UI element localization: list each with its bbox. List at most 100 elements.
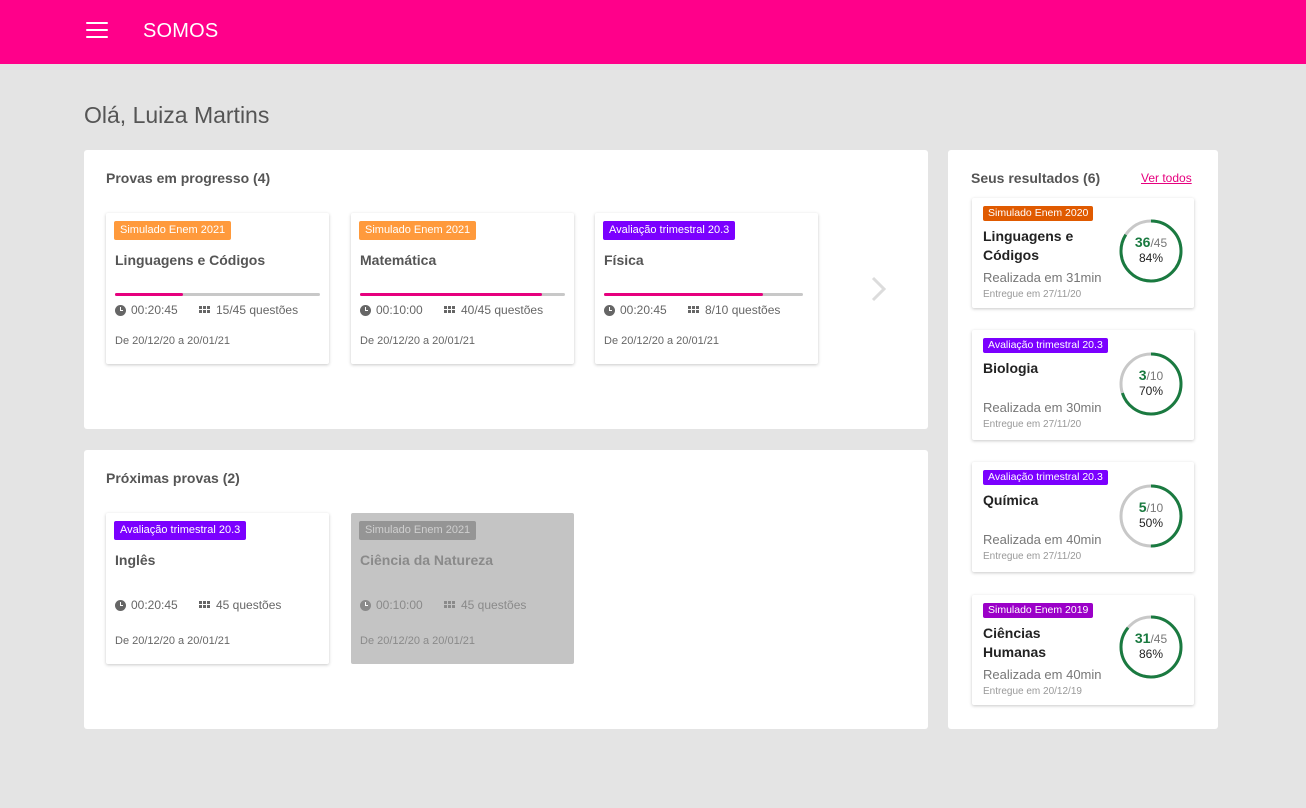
exam-title: Ciência da Natureza — [360, 552, 494, 568]
score-percent: 86% — [1138, 647, 1164, 661]
result-duration: Realizada em 31min — [983, 270, 1102, 285]
upcoming-panel: Próximas provas (2) Avaliação trimestral… — [84, 450, 928, 729]
result-tag: Simulado Enem 2019 — [983, 603, 1094, 618]
exam-dates: De 20/12/20 a 20/01/21 — [604, 335, 719, 347]
exam-questions: 40/45 questões — [444, 303, 543, 317]
result-tag: Avaliação trimestral 20.3 — [983, 338, 1108, 353]
exam-dates: De 20/12/20 a 20/01/21 — [360, 335, 475, 347]
questions-grid-icon — [444, 306, 456, 314]
progress-fill — [604, 293, 764, 296]
exam-dates: De 20/12/20 a 20/01/21 — [115, 635, 230, 647]
exam-card-linguagens[interactable]: Simulado Enem 2021 Linguagens e Códigos … — [106, 213, 329, 364]
score-percent: 50% — [1138, 516, 1164, 530]
exam-tag: Avaliação trimestral 20.3 — [603, 221, 736, 240]
score-ring: 36/45 84% — [1118, 218, 1184, 284]
exam-time: 00:20:45 — [115, 598, 178, 612]
result-delivered: Entregue em 27/11/20 — [983, 289, 1082, 300]
time-text: 00:20:45 — [620, 303, 667, 317]
result-card[interactable]: Avaliação trimestral 20.3 Biologia Reali… — [972, 330, 1194, 440]
questions-grid-icon — [444, 601, 456, 609]
chevron-right-icon[interactable] — [870, 275, 888, 303]
exam-tag: Avaliação trimestral 20.3 — [114, 521, 247, 540]
exam-title: Inglês — [115, 552, 156, 568]
exam-questions: 8/10 questões — [688, 303, 780, 317]
questions-text: 15/45 questões — [216, 303, 299, 317]
time-text: 00:20:45 — [131, 598, 178, 612]
exam-questions: 45 questões — [444, 598, 526, 612]
results-title: Seus resultados (6) — [971, 170, 1101, 186]
exam-questions: 45 questões — [199, 598, 281, 612]
exam-time: 00:10:00 — [360, 303, 423, 317]
score-ring: 3/10 70% — [1118, 351, 1184, 417]
score-ring: 5/10 50% — [1118, 483, 1184, 549]
questions-text: 45 questões — [216, 598, 282, 612]
exam-card-fisica[interactable]: Avaliação trimestral 20.3 Física 00:20:4… — [595, 213, 818, 364]
score-text: 3/10 — [1138, 367, 1164, 383]
questions-grid-icon — [199, 306, 211, 314]
score-text: 31/45 — [1134, 630, 1168, 646]
upcoming-title: Próximas provas (2) — [106, 470, 240, 486]
result-delivered: Entregue em 27/11/20 — [983, 419, 1082, 430]
result-title: Química — [983, 492, 1039, 508]
result-card[interactable]: Avaliação trimestral 20.3 Química Realiz… — [972, 462, 1194, 572]
result-duration: Realizada em 40min — [983, 532, 1102, 547]
hamburger-menu-icon[interactable] — [86, 22, 108, 40]
result-title: Ciências Humanas — [983, 625, 1047, 660]
exam-title: Matemática — [360, 252, 437, 268]
questions-grid-icon — [688, 306, 700, 314]
score-text: 5/10 — [1138, 499, 1164, 515]
brand-title: SOMOS — [143, 20, 219, 42]
top-app-bar: SOMOS — [0, 0, 1306, 64]
exam-progress-bar — [604, 293, 803, 296]
clock-icon — [360, 304, 371, 316]
exam-time: 00:10:00 — [360, 598, 423, 612]
exam-card-ingles[interactable]: Avaliação trimestral 20.3 Inglês 00:20:4… — [106, 513, 329, 664]
result-title: Linguagens e Códigos — [983, 228, 1074, 263]
clock-icon — [115, 304, 126, 316]
time-text: 00:10:00 — [376, 303, 423, 317]
exam-card-matematica[interactable]: Simulado Enem 2021 Matemática 00:10:00 4… — [351, 213, 574, 364]
result-tag: Simulado Enem 2020 — [983, 206, 1094, 221]
clock-icon — [115, 599, 126, 611]
in-progress-title: Provas em progresso (4) — [106, 170, 271, 186]
score-percent: 84% — [1138, 251, 1164, 265]
progress-fill — [115, 293, 183, 296]
exam-title: Física — [604, 252, 644, 268]
result-duration: Realizada em 40min — [983, 667, 1102, 682]
score-percent: 70% — [1138, 384, 1164, 398]
score-ring: 31/45 86% — [1118, 614, 1184, 680]
result-title: Biologia — [983, 360, 1039, 376]
exam-tag: Simulado Enem 2021 — [359, 221, 477, 240]
result-card[interactable]: Simulado Enem 2019 Ciências Humanas Real… — [972, 595, 1194, 705]
exam-time: 00:20:45 — [604, 303, 667, 317]
exam-progress-bar — [115, 293, 320, 296]
exam-dates: De 20/12/20 a 20/01/21 — [115, 335, 230, 347]
time-text: 00:10:00 — [376, 598, 423, 612]
exam-questions: 15/45 questões — [199, 303, 298, 317]
result-tag: Avaliação trimestral 20.3 — [983, 470, 1108, 485]
questions-text: 40/45 questões — [461, 303, 544, 317]
questions-text: 8/10 questões — [705, 303, 781, 317]
score-text: 36/45 — [1134, 234, 1168, 250]
in-progress-panel: Provas em progresso (4) Simulado Enem 20… — [84, 150, 928, 429]
exam-dates: De 20/12/20 a 20/01/21 — [360, 635, 475, 647]
results-panel: Seus resultados (6) Ver todos Simulado E… — [948, 150, 1218, 729]
result-delivered: Entregue em 20/12/19 — [983, 686, 1082, 697]
result-card[interactable]: Simulado Enem 2020 Linguagens e Códigos … — [972, 198, 1194, 308]
progress-fill — [360, 293, 543, 296]
exam-tag: Simulado Enem 2021 — [114, 221, 232, 240]
exam-tag: Simulado Enem 2021 — [359, 521, 477, 540]
clock-icon — [604, 304, 615, 316]
clock-icon — [360, 599, 371, 611]
result-duration: Realizada em 30min — [983, 400, 1102, 415]
greeting-heading: Olá, Luiza Martins — [84, 102, 270, 128]
exam-progress-bar — [360, 293, 565, 296]
questions-text: 45 questões — [461, 598, 527, 612]
exam-card-ciencia-natureza: Simulado Enem 2021 Ciência da Natureza 0… — [351, 513, 574, 664]
exam-title: Linguagens e Códigos — [115, 252, 266, 268]
exam-time: 00:20:45 — [115, 303, 178, 317]
questions-grid-icon — [199, 601, 211, 609]
see-all-link[interactable]: Ver todos — [1141, 171, 1192, 185]
time-text: 00:20:45 — [131, 303, 178, 317]
result-delivered: Entregue em 27/11/20 — [983, 551, 1082, 562]
